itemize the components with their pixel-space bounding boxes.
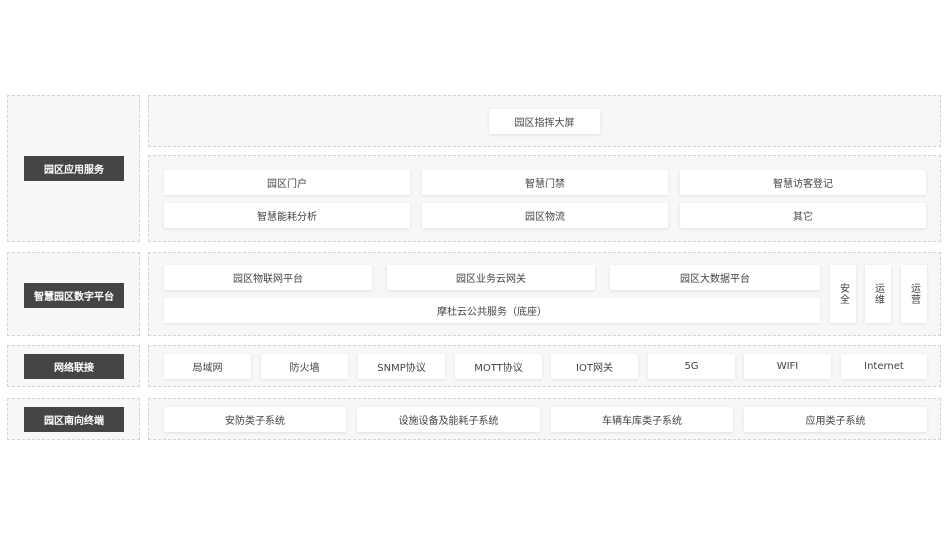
platform-iot[interactable]: 园区物联网平台 (164, 265, 372, 290)
application-layer-label: 园区应用服务 (24, 156, 124, 181)
southbound-security-subsystem[interactable]: 安防类子系统 (164, 407, 346, 432)
southbound-facility-energy-subsystem[interactable]: 设施设备及能耗子系统 (357, 407, 540, 432)
southbound-vehicle-garage-subsystem[interactable]: 车辆车库类子系统 (551, 407, 733, 432)
app-item-logistics[interactable]: 园区物流 (422, 203, 668, 228)
app-item-visitor-registration[interactable]: 智慧访客登记 (680, 170, 926, 195)
side-operations[interactable]: 运营 (901, 265, 927, 323)
network-lan[interactable]: 局域网 (164, 354, 251, 379)
network-layer-label: 网络联接 (24, 354, 124, 379)
side-operations-maintenance[interactable]: 运维 (865, 265, 891, 323)
network-mott[interactable]: MOTT协议 (455, 354, 542, 379)
app-item-access-control[interactable]: 智慧门禁 (422, 170, 668, 195)
command-screen-item[interactable]: 园区指挥大屏 (489, 109, 600, 134)
network-wifi[interactable]: WIFI (744, 354, 831, 379)
app-item-portal[interactable]: 园区门户 (164, 170, 410, 195)
platform-layer-label: 智慧园区数字平台 (24, 283, 124, 308)
southbound-application-subsystem[interactable]: 应用类子系统 (744, 407, 927, 432)
network-internet[interactable]: Internet (841, 354, 927, 379)
network-firewall[interactable]: 防火墙 (261, 354, 348, 379)
side-security[interactable]: 安全 (830, 265, 856, 323)
network-5g[interactable]: 5G (648, 354, 735, 379)
app-item-other[interactable]: 其它 (680, 203, 926, 228)
platform-business-gateway[interactable]: 园区业务云网关 (387, 265, 595, 290)
platform-big-data[interactable]: 园区大数据平台 (610, 265, 820, 290)
application-items-panel (148, 155, 941, 242)
southbound-layer-label: 园区南向终端 (24, 407, 124, 432)
network-snmp[interactable]: SNMP协议 (358, 354, 445, 379)
platform-public-service-base[interactable]: 摩杜云公共服务（底座） (164, 298, 820, 323)
network-iot-gateway[interactable]: IOT网关 (551, 354, 638, 379)
app-item-energy-analysis[interactable]: 智慧能耗分析 (164, 203, 410, 228)
